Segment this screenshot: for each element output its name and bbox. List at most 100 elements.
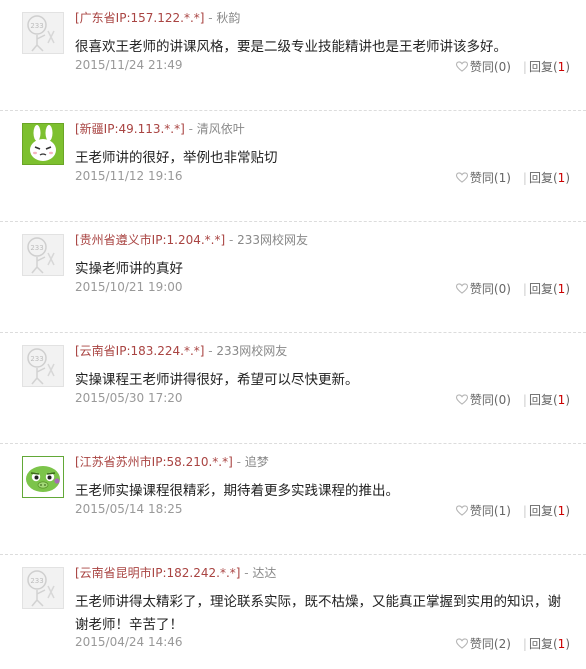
comment-meta: [云南省IP:183.224.*.*] - 233网校网友 — [75, 342, 287, 359]
reply-paren-close: ) — [565, 60, 570, 74]
reply-label: 回复 — [528, 504, 553, 518]
default-avatar-icon[interactable]: 233 — [22, 234, 64, 276]
default-avatar-icon[interactable]: 233 — [22, 345, 64, 387]
comment-actions: 赞同(2) | 回复(1) — [455, 635, 570, 652]
comment-meta: [贵州省遵义市IP:1.204.*.*] - 233网校网友 — [75, 231, 308, 248]
rabbit-avatar-icon — [23, 124, 63, 164]
comment-text: 实操老师讲的真好 — [75, 261, 183, 277]
agree-count: (0) — [493, 60, 511, 74]
reply-button[interactable]: 回复(1) — [529, 391, 570, 408]
username[interactable]: 清风依叶 — [197, 122, 245, 136]
comment-date: 2015/05/30 17:20 — [75, 391, 183, 405]
agree-button[interactable]: 赞同(2) — [455, 635, 511, 652]
username[interactable]: 233网校网友 — [237, 233, 308, 247]
agree-button[interactable]: 赞同(0) — [455, 58, 511, 75]
comment-meta: [江苏省苏州市IP:58.210.*.*] - 追梦 — [75, 453, 269, 470]
ip-location: [云南省IP:183.224.*.*] — [75, 344, 205, 358]
agree-count: (1) — [493, 504, 511, 518]
comment-actions: 赞同(0) | 回复(1) — [455, 280, 570, 297]
reply-label: 回复 — [528, 393, 553, 407]
comment-item: 233 [云南省昆明市IP:182.242.*.*] - 达达 王老师讲得太精彩… — [0, 555, 586, 669]
agree-label: 赞同 — [469, 60, 494, 74]
comment-actions: 赞同(0) | 回复(1) — [455, 58, 570, 75]
svg-text:233: 233 — [30, 22, 43, 30]
reply-button[interactable]: 回复(1) — [529, 169, 570, 186]
action-divider: | — [522, 60, 527, 74]
reply-label: 回复 — [528, 171, 553, 185]
agree-label: 赞同 — [469, 393, 494, 407]
action-divider: | — [522, 282, 527, 296]
username[interactable]: 秋韵 — [216, 11, 240, 25]
comment-actions: 赞同(1) | 回复(1) — [455, 169, 570, 186]
agree-label: 赞同 — [469, 637, 494, 651]
reply-paren-close: ) — [565, 171, 570, 185]
comment-date: 2015/11/12 19:16 — [75, 169, 183, 183]
reply-label: 回复 — [528, 637, 553, 651]
svg-text:233: 233 — [30, 577, 43, 585]
default-avatar-icon[interactable]: 233 — [22, 567, 64, 609]
comment-actions: 赞同(0) | 回复(1) — [455, 391, 570, 408]
reply-button[interactable]: 回复(1) — [529, 635, 570, 652]
comment-date: 2015/05/14 18:25 — [75, 502, 183, 516]
agree-count: (2) — [493, 637, 511, 651]
comment-text: 实操课程王老师讲得很好，希望可以尽快更新。 — [75, 372, 359, 388]
reply-button[interactable]: 回复(1) — [529, 280, 570, 297]
default-avatar-icon: 233 — [23, 568, 63, 608]
action-divider: | — [522, 393, 527, 407]
ip-location: [贵州省遵义市IP:1.204.*.*] — [75, 233, 226, 247]
default-avatar-icon[interactable]: 233 — [22, 12, 64, 54]
reply-button[interactable]: 回复(1) — [529, 502, 570, 519]
default-avatar-icon: 233 — [23, 346, 63, 386]
agree-button[interactable]: 赞同(0) — [455, 391, 511, 408]
reply-paren-close: ) — [565, 393, 570, 407]
svg-text:233: 233 — [30, 355, 43, 363]
reply-paren-close: ) — [565, 282, 570, 296]
comment-meta: [新疆IP:49.113.*.*] - 清风依叶 — [75, 120, 245, 137]
reply-button[interactable]: 回复(1) — [529, 58, 570, 75]
heart-icon — [455, 505, 468, 516]
reply-paren-close: ) — [565, 504, 570, 518]
agree-label: 赞同 — [469, 282, 494, 296]
comment-date: 2015/10/21 19:00 — [75, 280, 183, 294]
comment-meta: [广东省IP:157.122.*.*] - 秋韵 — [75, 9, 240, 26]
meta-separator: - — [204, 11, 217, 25]
comment-actions: 赞同(1) | 回复(1) — [455, 502, 570, 519]
comment-list: 233 [广东省IP:157.122.*.*] - 秋韵 很喜欢王老师的讲课风格… — [0, 0, 586, 669]
reply-label: 回复 — [528, 282, 553, 296]
username[interactable]: 达达 — [252, 566, 276, 580]
comment-text: 王老师讲得太精彩了，理论联系实际，既不枯燥，又能真正掌握到实用的知识，谢谢老师！… — [75, 594, 561, 633]
ip-location: [云南省昆明市IP:182.242.*.*] — [75, 566, 241, 580]
agree-button[interactable]: 赞同(1) — [455, 169, 511, 186]
agree-button[interactable]: 赞同(0) — [455, 280, 511, 297]
comment-item: 233 [广东省IP:157.122.*.*] - 秋韵 很喜欢王老师的讲课风格… — [0, 0, 586, 111]
heart-icon — [455, 283, 468, 294]
comment-item: [江苏省苏州市IP:58.210.*.*] - 追梦 王老师实操课程很精彩，期待… — [0, 444, 586, 555]
meta-separator: - — [204, 344, 217, 358]
ip-location: [新疆IP:49.113.*.*] — [75, 122, 185, 136]
heart-icon — [455, 172, 468, 183]
green-pig-avatar-icon — [23, 457, 63, 497]
meta-separator: - — [225, 233, 238, 247]
svg-text:233: 233 — [30, 244, 43, 252]
agree-count: (1) — [493, 171, 511, 185]
default-avatar-icon: 233 — [23, 13, 63, 53]
action-divider: | — [522, 171, 527, 185]
green-pig-avatar-icon[interactable] — [22, 456, 64, 498]
comment-date: 2015/04/24 14:46 — [75, 635, 183, 649]
comment-meta: [云南省昆明市IP:182.242.*.*] - 达达 — [75, 564, 276, 581]
heart-icon — [455, 638, 468, 649]
action-divider: | — [522, 504, 527, 518]
agree-count: (0) — [493, 393, 511, 407]
meta-separator: - — [232, 455, 245, 469]
agree-label: 赞同 — [469, 504, 494, 518]
rabbit-avatar-icon[interactable] — [22, 123, 64, 165]
ip-location: [江苏省苏州市IP:58.210.*.*] — [75, 455, 233, 469]
comment-text: 王老师讲的很好，举例也非常贴切 — [75, 150, 278, 166]
username[interactable]: 追梦 — [245, 455, 269, 469]
heart-icon — [455, 61, 468, 72]
reply-paren-close: ) — [565, 637, 570, 651]
username[interactable]: 233网校网友 — [216, 344, 287, 358]
heart-icon — [455, 394, 468, 405]
default-avatar-icon: 233 — [23, 235, 63, 275]
agree-button[interactable]: 赞同(1) — [455, 502, 511, 519]
